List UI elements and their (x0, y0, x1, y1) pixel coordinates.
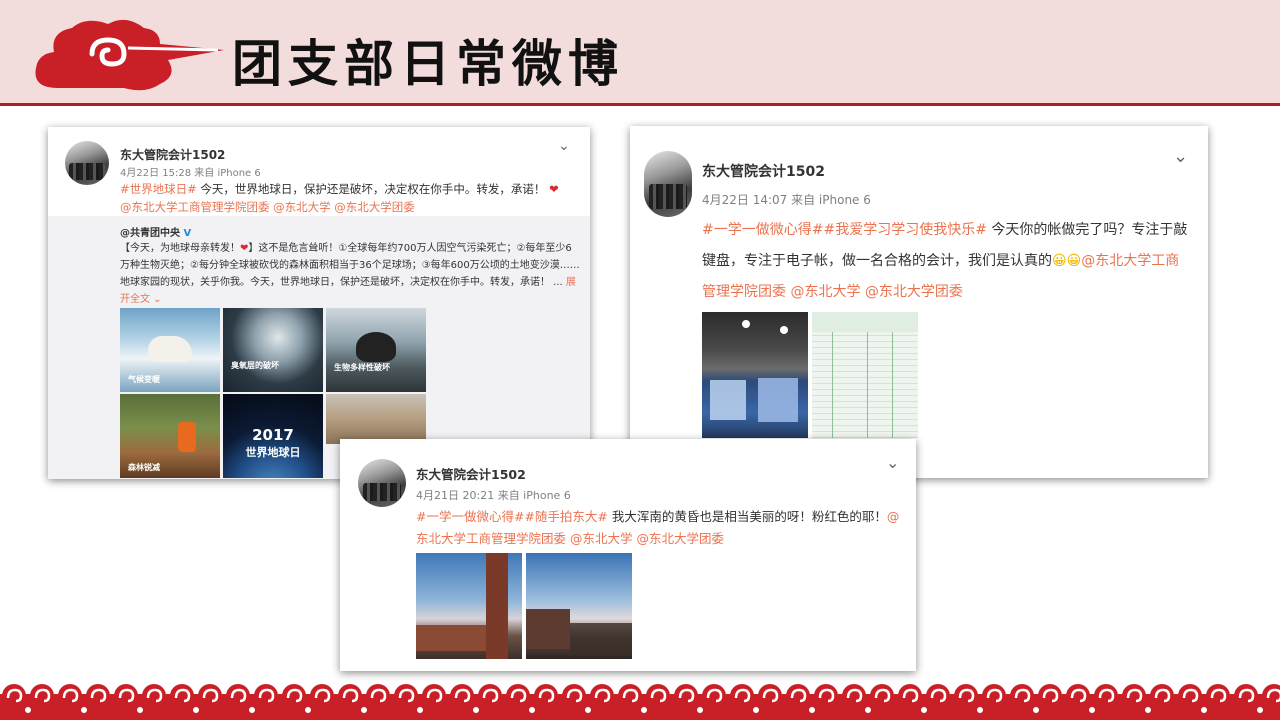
avatar[interactable] (65, 141, 109, 185)
post-meta: 4月21日 20:21 来自 iPhone 6 (416, 489, 571, 502)
header-divider (0, 103, 1280, 106)
chevron-down-icon[interactable]: ⌄ (558, 139, 570, 153)
image-label: 森林锐减 (128, 463, 160, 472)
hashtag-link[interactable]: #世界地球日# (120, 182, 197, 196)
image-label: 气候变暖 (128, 375, 160, 384)
seal-icon[interactable]: 生物多样性破坏 (326, 308, 426, 392)
ozone-earth-icon[interactable]: 臭氧层的破坏 (223, 308, 323, 392)
slide-header: 团支部日常微博 (0, 0, 1280, 106)
smiley-icon: 😀😀 (1052, 253, 1082, 269)
post-text: #一学一做微心得##我爱学习学习使我快乐# 今天你的帐做完了吗？专注于敲键盘，专… (702, 215, 1192, 308)
polar-bear-icon[interactable]: 气候变暖 (120, 308, 220, 392)
post-body: 我大浑南的黄昏也是相当美丽的呀！粉红色的耶！ (607, 509, 887, 524)
earth-icon[interactable]: 2017 世界地球日 (223, 394, 323, 478)
image-subtitle: 世界地球日 (245, 446, 301, 459)
repost-author-name[interactable]: @共青团中央 (120, 228, 180, 239)
avatar[interactable] (644, 151, 692, 217)
spreadsheet-photo[interactable] (812, 312, 918, 438)
cloud-pattern-border (0, 676, 1280, 720)
chevron-down-icon[interactable]: ⌄ (886, 455, 899, 471)
chevron-down-icon[interactable]: ⌄ (1173, 148, 1188, 166)
post-meta: 4月22日 14:07 来自 iPhone 6 (702, 193, 871, 207)
verified-icon: V (183, 228, 192, 239)
post-meta: 4月22日 15:28 来自 iPhone 6 (120, 168, 261, 179)
post-username[interactable]: 东大管院会计1502 (120, 146, 225, 163)
post-text: #世界地球日# 今天，世界地球日，保护还是破坏，决定权在你手中。转发，承诺！ ❤… (120, 180, 570, 216)
post-username[interactable]: 东大管院会计1502 (416, 464, 526, 483)
logging-icon[interactable]: 森林锐减 (120, 394, 220, 478)
image-label: 生物多样性破坏 (334, 363, 390, 372)
repost-author[interactable]: @共青团中央 V (120, 224, 191, 239)
post-body: 今天，世界地球日，保护还是破坏，决定权在你手中。转发，承诺！ (196, 182, 550, 196)
campus-sunset-photo-1[interactable] (416, 553, 522, 659)
heart-icon: ❤ (549, 182, 559, 196)
weibo-post-campus-sunset[interactable]: 东大管院会计1502 4月21日 20:21 来自 iPhone 6 ⌄ #一学… (340, 439, 916, 671)
campus-sunset-photo-2[interactable] (526, 553, 632, 659)
repost-text-start: 【今天，为地球母亲转发！ (120, 243, 240, 254)
weibo-post-accounting[interactable]: 东大管院会计1502 4月22日 14:07 来自 iPhone 6 ⌄ #一学… (630, 126, 1208, 478)
desert-icon[interactable] (326, 394, 426, 444)
computer-lab-photo[interactable] (702, 312, 808, 438)
hashtag-link[interactable]: #一学一做微心得##随手拍东大# (416, 509, 608, 524)
avatar[interactable] (358, 459, 406, 507)
mention-links[interactable]: @东北大学工商管理学院团委 @东北大学 @东北大学团委 (120, 200, 415, 214)
post-text: #一学一做微心得##随手拍东大# 我大浑南的黄昏也是相当美丽的呀！粉红色的耶！@… (416, 506, 906, 550)
hashtag-link[interactable]: #一学一做微心得##我爱学习学习使我快乐# (702, 222, 987, 238)
image-year: 2017 (252, 426, 294, 444)
repost-text: 【今天，为地球母亲转发！❤】这不是危言耸听！①全球每年约700万人因空气污染死亡… (120, 240, 580, 308)
page-title: 团支部日常微博 (232, 34, 624, 93)
post-username[interactable]: 东大管院会计1502 (702, 161, 825, 181)
auspicious-cloud-icon (35, 19, 224, 91)
image-label: 臭氧层的破坏 (231, 361, 279, 370)
